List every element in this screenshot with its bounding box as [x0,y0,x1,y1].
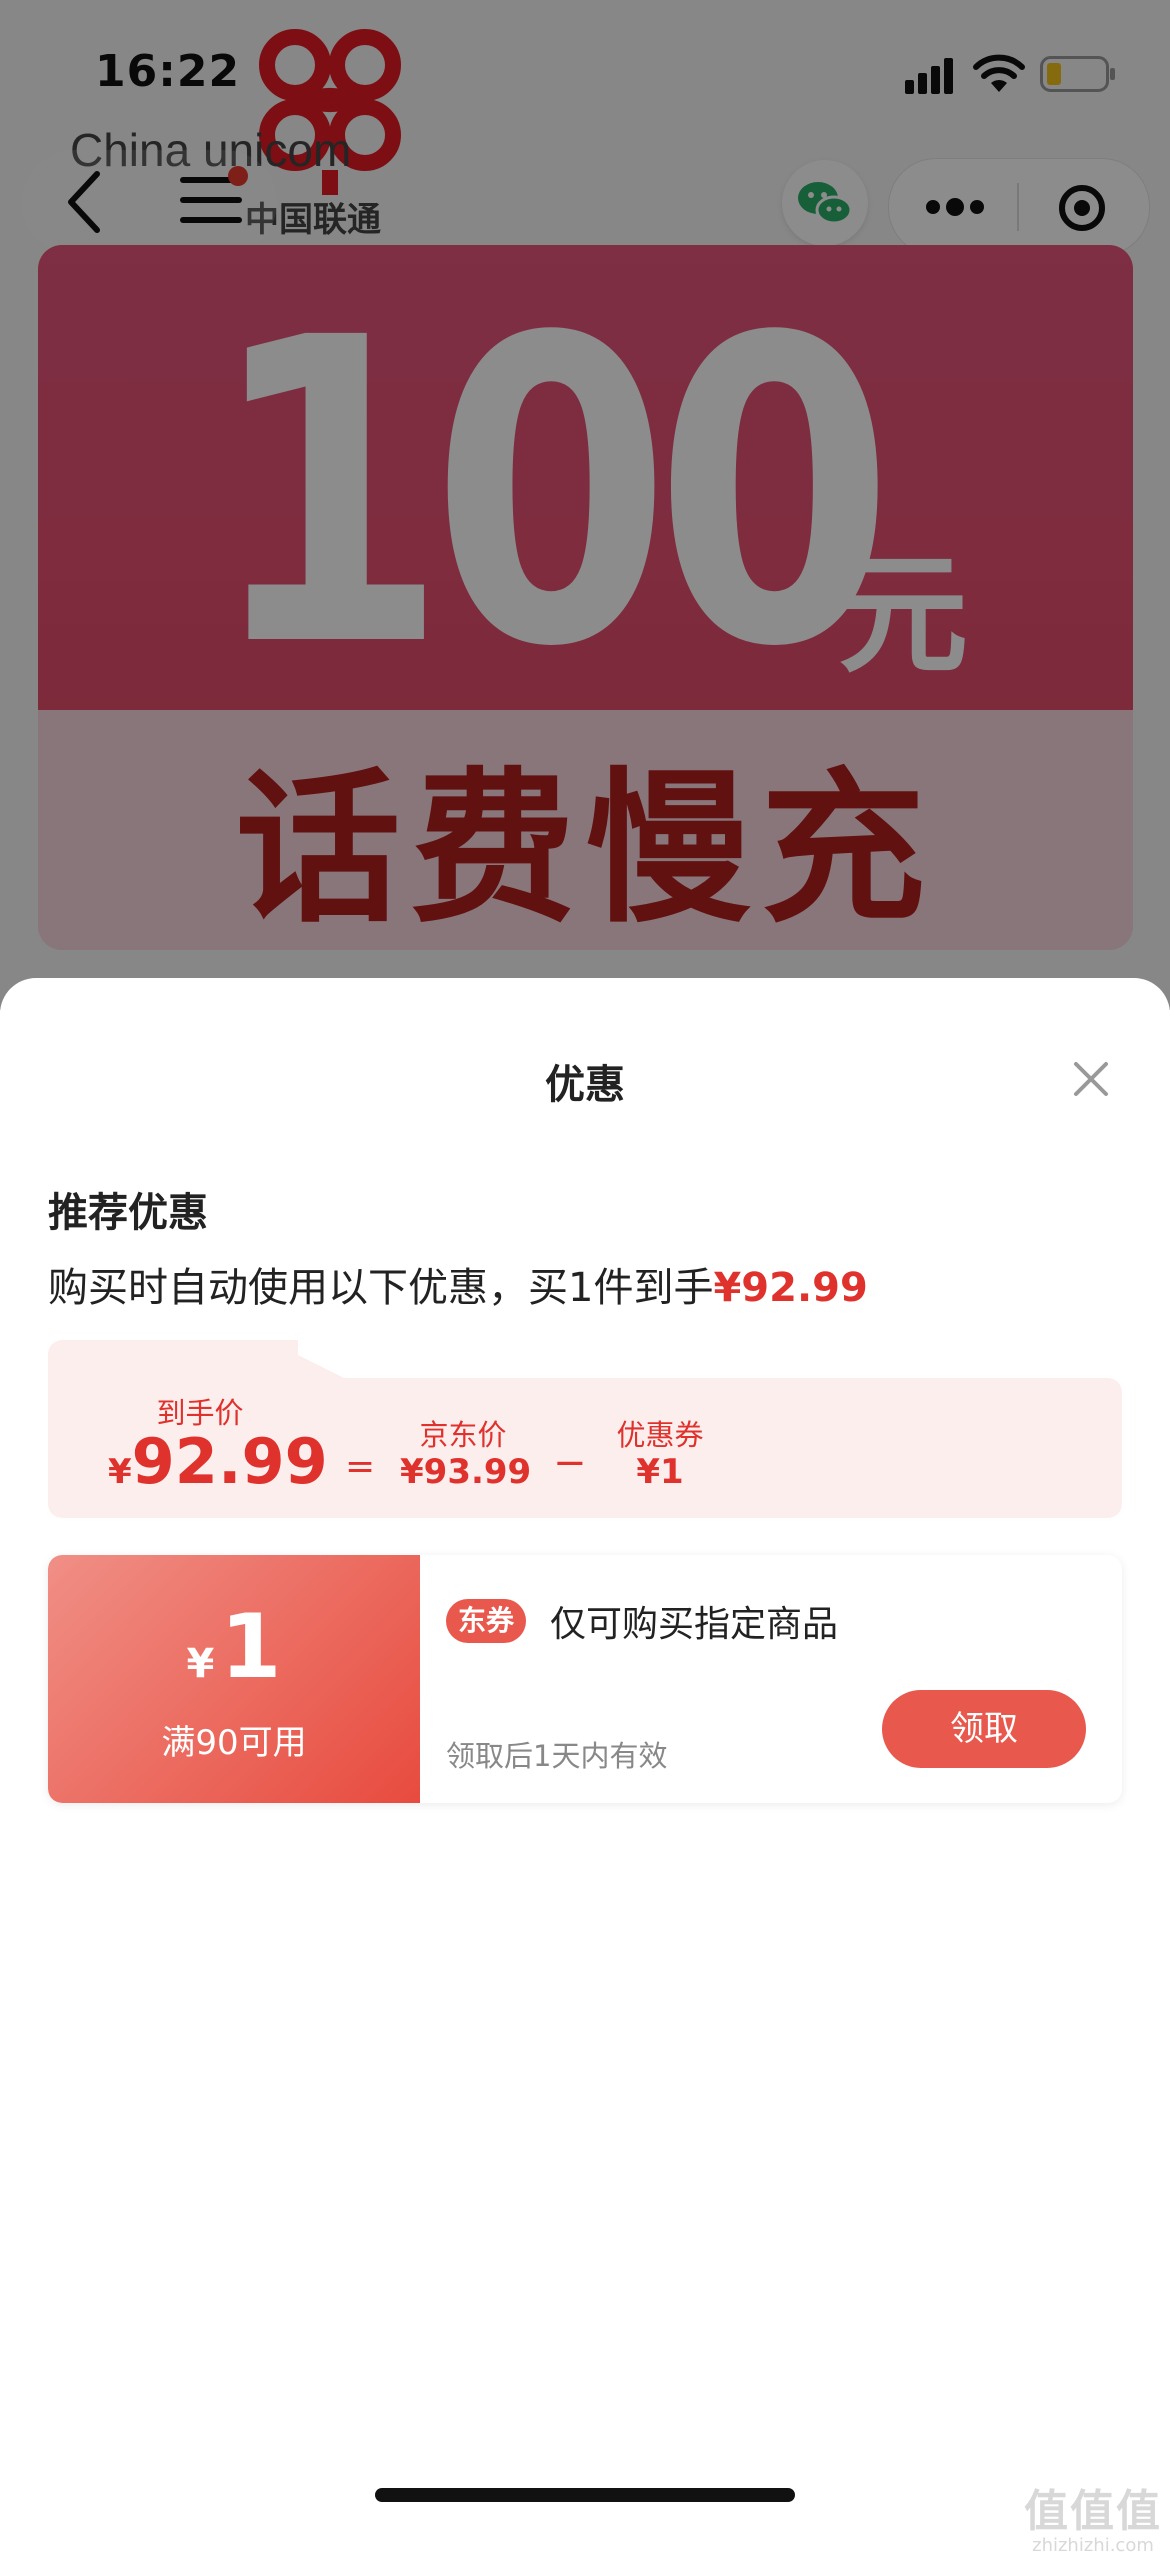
final-price-number: 92.99 [131,1425,328,1498]
recommend-title: 推荐优惠 [48,1190,208,1236]
sheet-title: 优惠 [545,1062,625,1108]
jd-price-value: ¥93.99 [400,1452,532,1492]
coupon-amount-number: 1 [220,1595,282,1698]
watermark-url: zhizhizhi.com [1032,2535,1154,2556]
watermark-logo: 值值值 [1024,2486,1162,2537]
coupon-condition: 满90可用 [161,1723,307,1763]
coupon-discount-label: 优惠券 [616,1418,704,1452]
watermark: 值值值 zhizhizhi.com [1018,2475,1168,2556]
coupon-validity: 领取后1天内有效 [446,1739,668,1773]
jd-price-label: 京东价 [419,1418,507,1452]
calc-tab-slope [268,1340,348,1380]
recommend-desc-text: 购买时自动使用以下优惠，买1件到手 [48,1265,714,1311]
coupon-discount-value: ¥1 [636,1452,684,1492]
final-price-value: ¥92.99 [108,1425,328,1498]
minus-sign: − [553,1440,587,1486]
coupon-name: 仅可购买指定商品 [550,1604,839,1645]
coupon-currency: ¥ [186,1641,215,1687]
coupon-amount: ¥1 [48,1595,420,1698]
coupon-card: ¥1 满90可用 东券 仅可购买指定商品 领取后1天内有效 领取 [48,1555,1122,1803]
equals-sign: = [345,1446,376,1487]
recommend-amount: ¥92.99 [713,1265,868,1311]
final-price-currency: ¥ [108,1452,132,1492]
claim-coupon-button[interactable]: 领取 [882,1690,1086,1768]
coupon-type-badge: 东券 [446,1599,527,1643]
home-indicator[interactable] [375,2488,795,2502]
close-icon[interactable] [1072,1060,1110,1098]
recommend-description: 购买时自动使用以下优惠，买1件到手¥92.99 [48,1255,868,1313]
dim-overlay[interactable] [0,0,1170,1010]
